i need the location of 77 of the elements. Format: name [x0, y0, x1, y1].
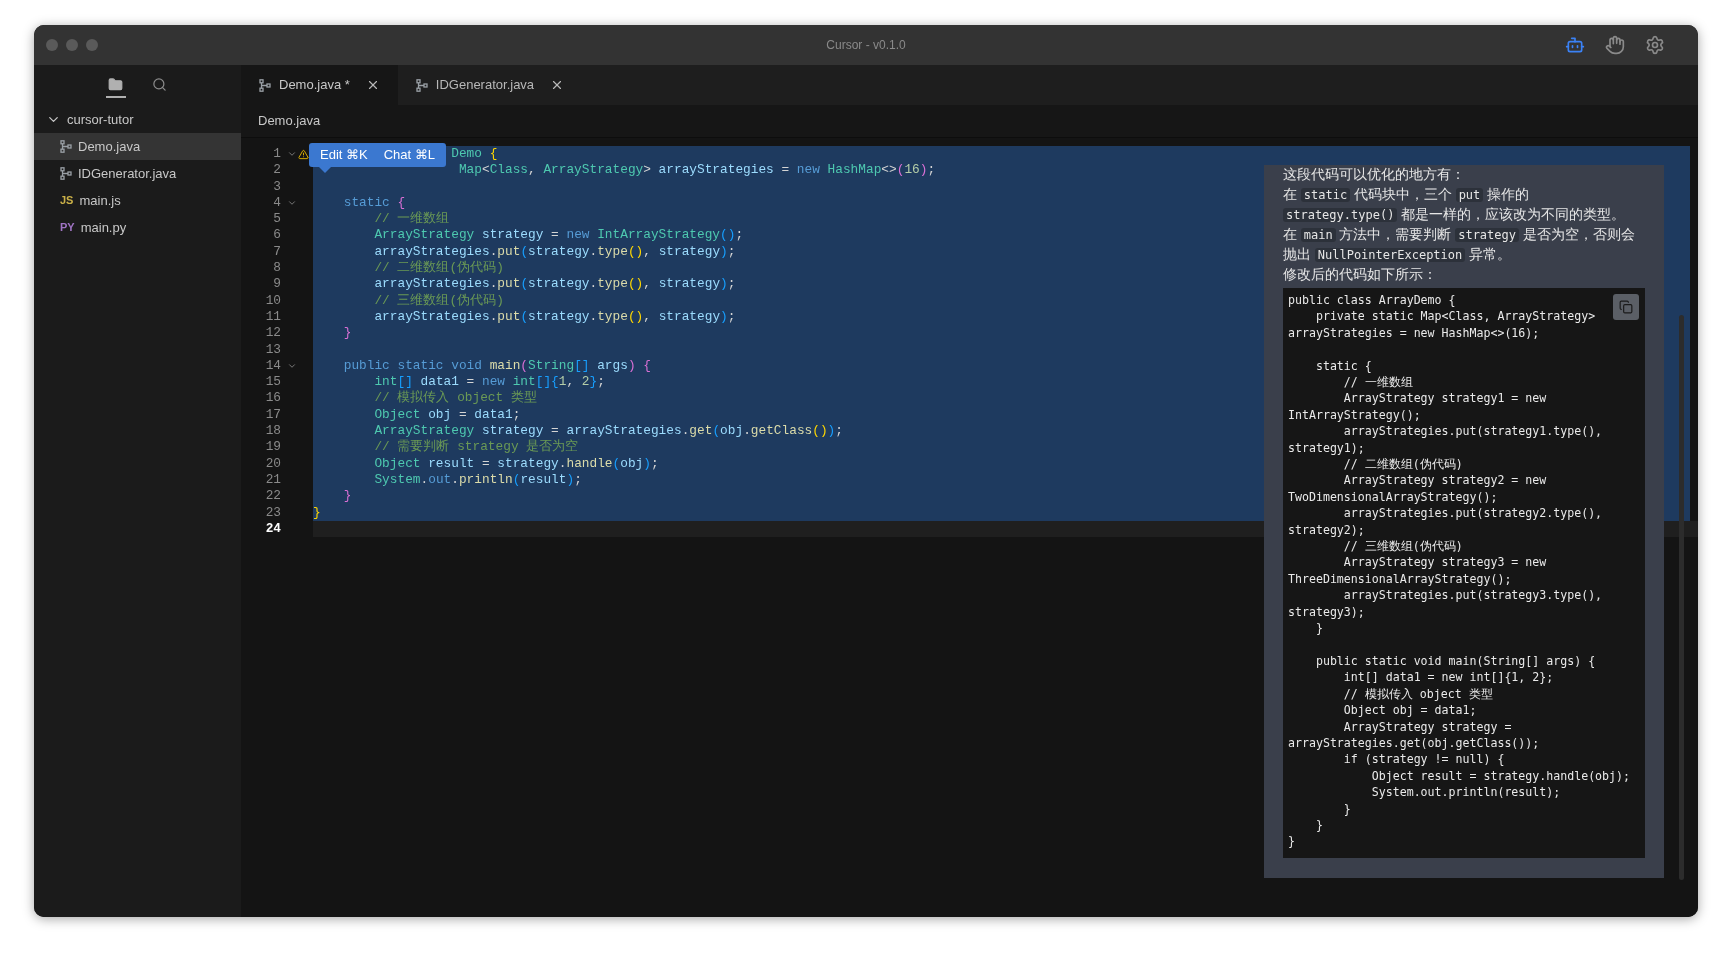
- line-number: 13: [265, 341, 281, 358]
- code-block-line: IntArrayStrategy();: [1288, 406, 1421, 424]
- line-number: 24: [265, 520, 281, 538]
- code-block-line: }: [1342, 800, 1351, 817]
- code-block-line: // 一维数组: [1342, 374, 1413, 391]
- line-number: 6: [273, 227, 281, 244]
- file-type-label: PY: [60, 220, 75, 236]
- code-block-line: arrayStrategies.put(strategy1.type(),: [1342, 423, 1603, 440]
- editor-tab[interactable]: Demo.java *: [241, 65, 398, 105]
- code-block-line: ThreeDimensionalArrayStrategy();: [1288, 570, 1512, 588]
- line-number: 15: [265, 374, 281, 391]
- code-block-line: // 模拟传入 object 类型: [1342, 685, 1493, 703]
- line-number: 14: [265, 357, 281, 375]
- code-block-line: }: [1288, 833, 1295, 850]
- code-block-line: if (strategy != null) {: [1342, 751, 1505, 768]
- breadcrumb[interactable]: Demo.java: [258, 111, 321, 131]
- code-block-line: strategy1);: [1288, 439, 1365, 457]
- scrollbar[interactable]: [1679, 315, 1684, 880]
- line-number: 7: [273, 243, 281, 261]
- line-number: 21: [265, 471, 281, 489]
- code-block-line: Object result = strategy.handle(obj);: [1370, 767, 1631, 785]
- line-number: 22: [265, 488, 281, 505]
- code-block-line: private static Map<Class, ArrayStrategy>: [1314, 308, 1596, 325]
- line-number: 8: [273, 260, 281, 277]
- line-number: 2: [273, 162, 281, 179]
- tree-folder[interactable]: cursor-tutor: [34, 106, 241, 133]
- line-number: 11: [265, 308, 281, 326]
- code-block-line: arrayStrategies.get(obj.getClass());: [1288, 734, 1540, 752]
- fold-chevron-icon[interactable]: [287, 361, 297, 371]
- file-tree-icon: [60, 140, 72, 153]
- code-block-line: // 三维数组(伪代码): [1342, 538, 1463, 555]
- line-number: 10: [265, 292, 281, 309]
- code-block-line: strategy2);: [1288, 521, 1365, 539]
- code-block-line: // 二维数组(伪代码): [1342, 456, 1463, 473]
- code-block-line: arrayStrategies = new HashMap<>(16);: [1288, 324, 1540, 342]
- copy-button[interactable]: [1613, 294, 1639, 320]
- code-block-line: strategy3);: [1288, 603, 1365, 621]
- line-number: 19: [265, 439, 281, 456]
- line-number: 20: [265, 455, 281, 472]
- code-block-line: arrayStrategies.put(strategy3.type(),: [1342, 587, 1603, 604]
- hand-icon[interactable]: [1605, 35, 1625, 55]
- copy-icon: [1619, 300, 1633, 314]
- file-tree-icon: [60, 167, 72, 180]
- line-number: 3: [273, 178, 281, 195]
- line-number: 17: [265, 406, 281, 424]
- robot-icon[interactable]: [1565, 35, 1585, 55]
- line-number: 12: [265, 325, 281, 342]
- line-number: 5: [273, 211, 281, 228]
- line-number: 23: [265, 504, 281, 521]
- code-block-line: ArrayStrategy strategy1 = new: [1342, 390, 1547, 407]
- line-number: 18: [265, 423, 281, 440]
- file-tree-icon: [415, 78, 428, 92]
- line-number: 9: [273, 276, 281, 293]
- code-block-line: System.out.println(result);: [1370, 784, 1561, 801]
- code-block-line: public static void main(String[] args) {: [1314, 652, 1596, 670]
- code-block-line: TwoDimensionalArrayStrategy();: [1288, 488, 1498, 506]
- code-block-line: ArrayStrategy strategy2 = new: [1342, 472, 1547, 489]
- code-block-line: }: [1314, 816, 1323, 834]
- line-number: 4: [273, 194, 281, 212]
- line-number: 1: [273, 146, 281, 163]
- code-block-line: public class ArrayDemo {: [1288, 292, 1456, 309]
- line-number: 16: [265, 390, 281, 407]
- settings-icon[interactable]: [1645, 35, 1665, 55]
- window-title: Cursor - v0.1.0: [826, 37, 906, 54]
- tree-file[interactable]: JS main.js: [34, 187, 241, 214]
- code-block-line: }: [1314, 620, 1323, 637]
- code-block-line: int[] data1 = new int[]{1, 2};: [1342, 669, 1554, 686]
- tree-file[interactable]: PY main.py: [34, 214, 241, 241]
- code-block-line: static {: [1314, 357, 1372, 374]
- code-block-line: ArrayStrategy strategy =: [1342, 718, 1512, 735]
- file-type-label: JS: [60, 193, 74, 209]
- code-block-line: Object obj = data1;: [1342, 702, 1477, 719]
- code-block-line: arrayStrategies.put(strategy2.type(),: [1342, 505, 1603, 522]
- tree-file[interactable]: IDGenerator.java: [34, 160, 241, 187]
- tree-file[interactable]: Demo.java: [34, 133, 241, 160]
- code-block-line: ArrayStrategy strategy3 = new: [1342, 554, 1547, 571]
- file-tree-icon: [259, 78, 271, 92]
